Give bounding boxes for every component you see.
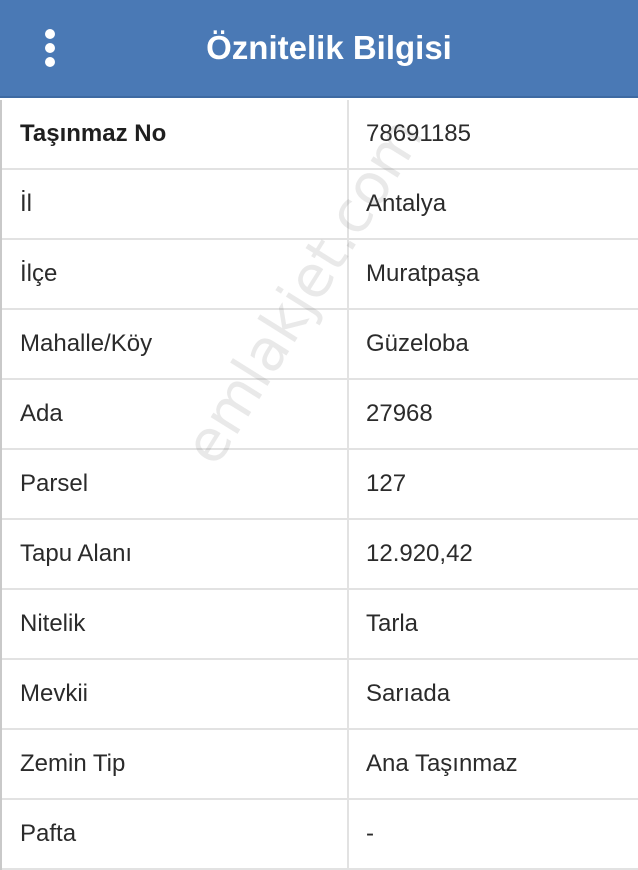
attribute-label: Mahalle/Köy [2,310,349,378]
attribute-value: 27968 [366,400,433,427]
table-row: Parsel 127 [2,450,638,520]
attribute-label: İlçe [2,240,349,308]
attribute-value: - [366,820,374,847]
attribute-table: Taşınmaz No 78691185 İl Antalya İlçe Mur… [0,100,638,870]
attribute-label: Parsel [2,450,349,518]
attribute-label: Mevkii [2,660,349,728]
attribute-value: Ana Taşınmaz [366,750,518,777]
attribute-label: Tapu Alanı [2,520,349,588]
attribute-value: Sarıada [366,680,451,707]
table-row: Ada 27968 [2,380,638,450]
table-row: Zemin Tip Ana Taşınmaz [2,730,638,800]
attribute-label: Zemin Tip [2,730,349,798]
attribute-value: Muratpaşa [366,260,480,287]
table-row: Tapu Alanı 12.920,42 [2,520,638,590]
attribute-label: Pafta [2,800,349,868]
table-row: Mevkii Sarıada [2,660,638,730]
table-row: Nitelik Tarla [2,590,638,660]
table-row: Mahalle/Köy Güzeloba [2,310,638,380]
attribute-value: 12.920,42 [366,540,473,567]
attribute-value: 127 [366,470,407,497]
table-row: İl Antalya [2,170,638,240]
attribute-value: Antalya [366,190,447,217]
table-row: Taşınmaz No 78691185 [2,100,638,170]
page-title: Öznitelik Bilgisi [206,29,452,66]
attribute-value: 78691185 [366,120,471,147]
attribute-label: Nitelik [2,590,349,658]
attribute-label: İl [2,170,349,238]
attribute-label: Ada [2,380,349,448]
attribute-label: Taşınmaz No [2,100,349,168]
attribute-value: Tarla [366,610,419,637]
attribute-value: Güzeloba [366,330,469,357]
app-bar: Öznitelik Bilgisi [0,0,638,98]
table-row: İlçe Muratpaşa [2,240,638,310]
